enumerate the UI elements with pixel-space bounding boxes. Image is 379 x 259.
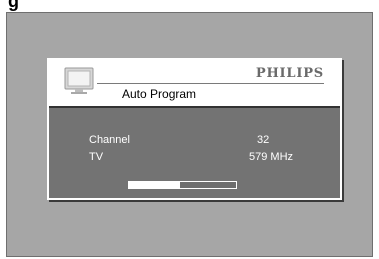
tv-screen: PHILIPS Auto Program Channel 32 TV 579 M… [6,12,373,257]
channel-value: 32 [257,134,270,146]
screenshot-root: g PHILIPS Auto Program Channel 32 TV 579… [0,0,379,259]
cropped-heading-text: g [8,0,20,11]
scan-progress-bar [128,181,237,189]
frequency-value: 579 MHz [249,151,294,163]
auto-program-dialog: PHILIPS Auto Program Channel 32 TV 579 M… [47,58,342,200]
top-cropped-heading: g [0,0,379,12]
channel-label: Channel [89,134,130,146]
scan-progress-fill [129,182,181,188]
band-label: TV [89,151,104,163]
tv-icon [64,67,94,94]
header-divider [97,83,324,84]
dialog-title: Auto Program [122,87,197,101]
brand-logo: PHILIPS [255,66,324,81]
dialog-header: PHILIPS Auto Program [49,60,340,108]
